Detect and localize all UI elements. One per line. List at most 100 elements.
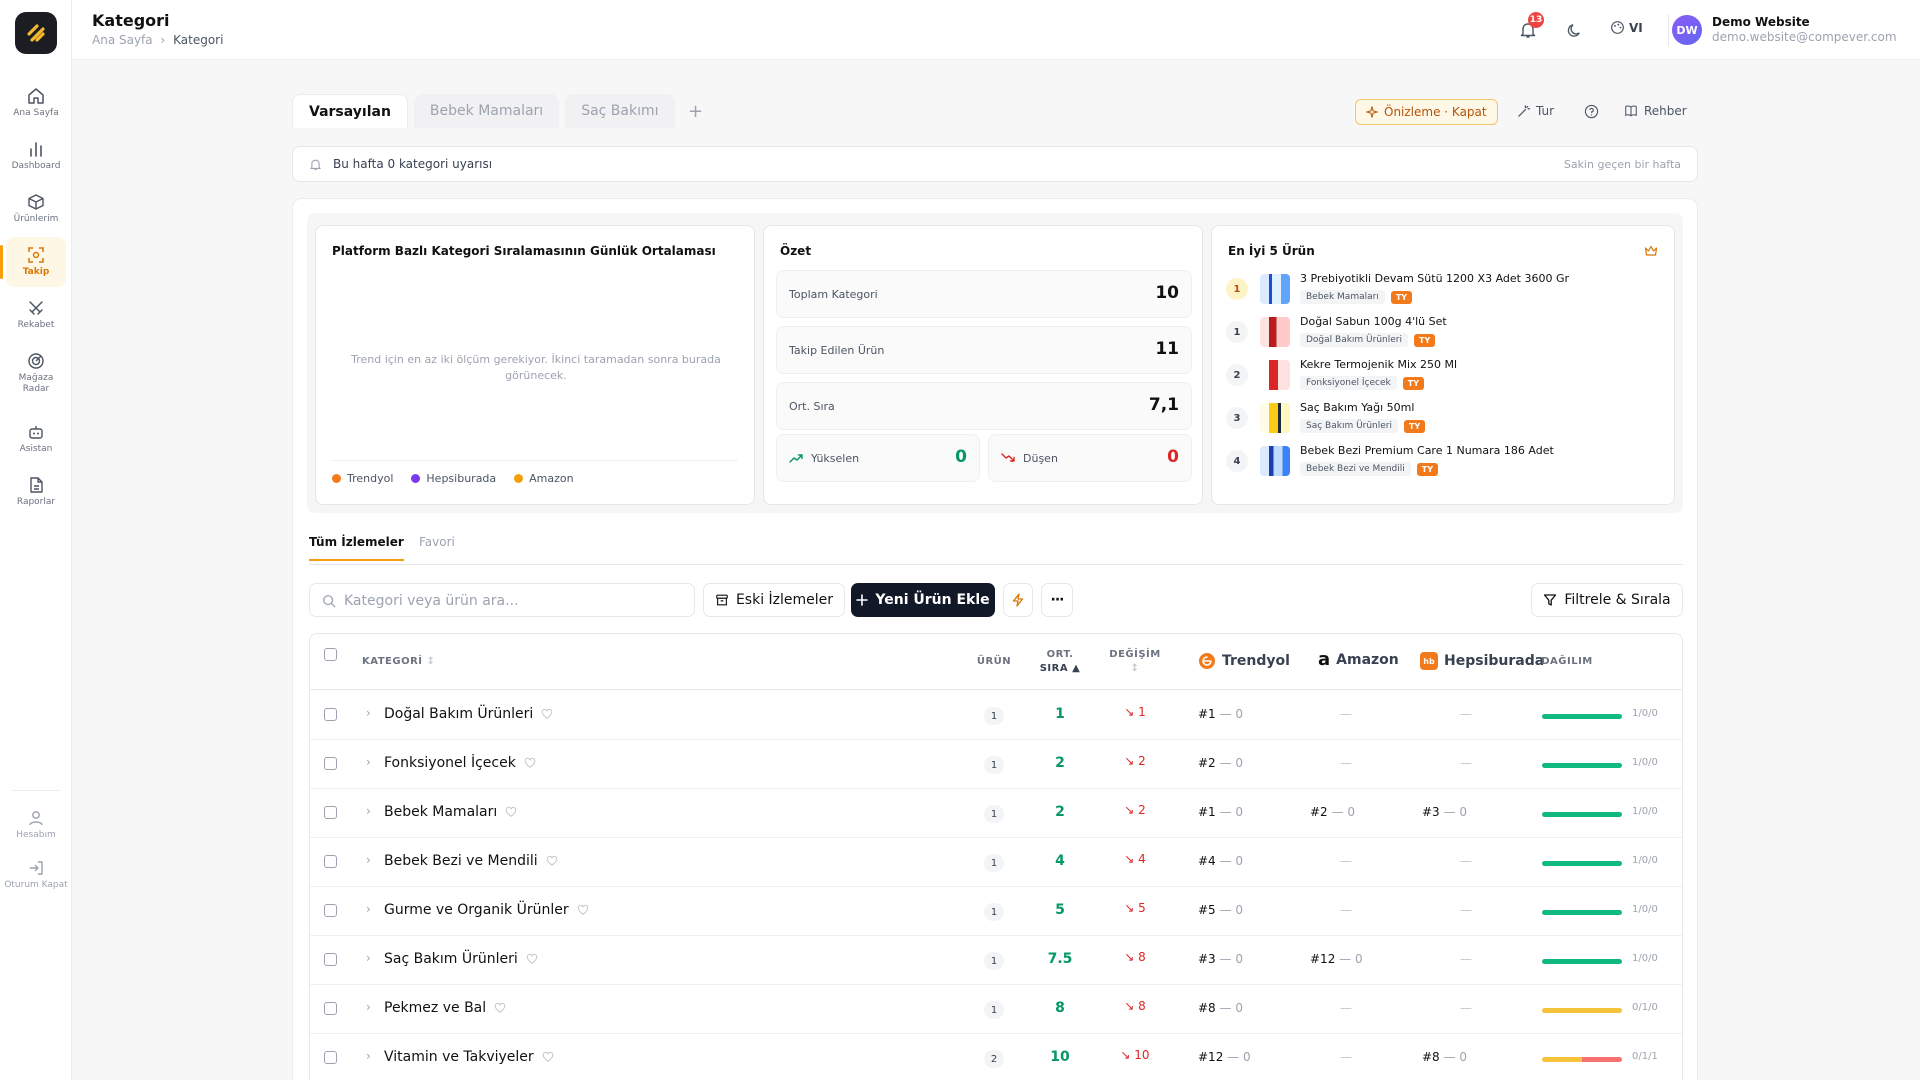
expand-chevron-icon[interactable]: › [366,1000,371,1014]
expand-chevron-icon[interactable]: › [366,951,371,965]
category-name[interactable]: Gurme ve Organik Ürünler [384,902,589,918]
add-product-button[interactable]: Yeni Ürün Ekle [851,583,995,617]
row-checkbox[interactable] [324,953,337,966]
sidebar-item-account[interactable]: Hesabım [6,800,66,850]
notifications-button[interactable]: 13 [1516,12,1544,42]
top-product-item[interactable]: 4 Bebek Bezi Premium Care 1 Numara 186 A… [1226,442,1626,482]
breadcrumb-home[interactable]: Ana Sayfa [92,33,153,47]
table-row[interactable]: › Bebek Mamaları 1 2 ↘ 2 #1 — 0 #2 — 0 #… [310,789,1682,838]
tab-all-watches[interactable]: Tüm İzlemeler [309,535,404,561]
heart-icon[interactable] [577,904,589,916]
legend-item-amazon[interactable]: Amazon [514,472,574,485]
top-product-item[interactable]: 1 3 Prebiyotikli Devam Sütü 1200 X3 Adet… [1226,270,1626,310]
guide-button[interactable]: Rehber [1624,104,1687,118]
sidebar-item-competition[interactable]: Rekabet [6,290,66,340]
app-logo[interactable] [15,12,57,54]
tab-hair-care[interactable]: Saç Bakımı [565,94,675,128]
table-row[interactable]: › Doğal Bakım Ürünleri 1 1 ↘ 1 #1 — 0 — … [310,691,1682,740]
category-name[interactable]: Bebek Bezi ve Mendili [384,853,558,869]
tour-button[interactable]: Tur [1517,104,1554,118]
heart-icon[interactable] [542,1051,554,1063]
theme-toggle-button[interactable] [1562,18,1586,42]
preview-toggle-button[interactable]: Önizleme · Kapat [1355,99,1498,125]
table-row[interactable]: › Pekmez ve Bal 1 8 ↘ 8 #8 — 0 — — 0/1/0 [310,985,1682,1034]
heart-icon[interactable] [546,855,558,867]
user-name: Demo Website [1712,15,1810,29]
distribution-bar [1542,1057,1622,1062]
column-header-distribution[interactable]: DAĞILIM [1532,656,1602,667]
top-product-item[interactable]: 2 Kekre Termojenik Mix 250 Ml Fonksiyone… [1226,356,1626,396]
tab-favorites[interactable]: Favori [419,535,455,559]
column-header-hepsiburada[interactable]: hb Hepsiburada [1420,652,1544,670]
stat-rising: Yükselen 0 [776,434,980,482]
sidebar-item-dashboard[interactable]: Dashboard [6,131,66,181]
sidebar-item-logout[interactable]: Oturum Kapat [4,850,68,900]
table-row[interactable]: › Fonksiyonel İçecek 1 2 ↘ 2 #2 — 0 — — … [310,740,1682,789]
row-checkbox[interactable] [324,1051,337,1064]
rank-delta: — 0 [1219,707,1243,721]
old-watches-button[interactable]: Eski İzlemeler [703,583,845,617]
sidebar-item-home[interactable]: Ana Sayfa [6,78,66,128]
more-options-button[interactable]: ··· [1041,583,1073,617]
column-header-amazon[interactable]: a Amazon [1318,651,1399,669]
help-button[interactable] [1584,104,1599,119]
category-name[interactable]: Vitamin ve Takviyeler [384,1049,554,1065]
top-product-item[interactable]: 1 Doğal Sabun 100g 4'lü Set Doğal Bakım … [1226,313,1626,353]
sidebar-item-store-radar[interactable]: Mağaza Radar [6,343,66,403]
add-tab-button[interactable]: + [681,94,711,128]
legend-item-hepsiburada[interactable]: Hepsiburada [411,472,496,485]
row-checkbox[interactable] [324,904,337,917]
column-header-trendyol[interactable]: Trendyol [1198,652,1290,670]
heart-icon[interactable] [524,757,536,769]
heart-icon[interactable] [494,1002,506,1014]
category-name[interactable]: Fonksiyonel İçecek [384,755,536,771]
legend-item-trendyol[interactable]: Trendyol [332,472,393,485]
heart-icon[interactable] [541,708,553,720]
row-checkbox[interactable] [324,806,337,819]
sidebar-item-assistant[interactable]: Asistan [6,414,66,464]
rank-delta: — 0 [1339,952,1363,966]
select-all-checkbox[interactable] [324,648,337,661]
expand-chevron-icon[interactable]: › [366,755,371,769]
expand-chevron-icon[interactable]: › [366,804,371,818]
column-header-label: Trendyol [1222,653,1290,669]
expand-chevron-icon[interactable]: › [366,902,371,916]
heart-icon[interactable] [505,806,517,818]
column-header-product[interactable]: ÜRÜN [974,656,1014,667]
language-selector[interactable]: VI [1610,20,1643,35]
table-row[interactable]: › Vitamin ve Takviyeler 2 10 ↘ 10 #12 — … [310,1034,1682,1080]
table-row[interactable]: › Saç Bakım Ürünleri 1 7.5 ↘ 8 #3 — 0 #1… [310,936,1682,985]
expand-chevron-icon[interactable]: › [366,853,371,867]
quick-action-button[interactable] [1003,583,1033,617]
row-checkbox[interactable] [324,1002,337,1015]
category-name[interactable]: Saç Bakım Ürünleri [384,951,538,967]
heart-icon[interactable] [526,953,538,965]
category-name[interactable]: Pekmez ve Bal [384,1000,506,1016]
filter-sort-button[interactable]: Filtrele & Sırala [1531,583,1683,617]
sidebar-item-reports[interactable]: Raporlar [6,467,66,517]
category-name[interactable]: Doğal Bakım Ürünleri [384,706,553,722]
table-row[interactable]: › Bebek Bezi ve Mendili 1 4 ↘ 4 #4 — 0 —… [310,838,1682,887]
row-checkbox[interactable] [324,757,337,770]
tab-default[interactable]: Varsayılan [292,94,408,128]
column-header-avg-rank[interactable]: ORT. SIRA ▲ [1030,648,1090,676]
row-checkbox[interactable] [324,708,337,721]
table-row[interactable]: › Gurme ve Organik Ürünler 1 5 ↘ 5 #5 — … [310,887,1682,936]
top-product-item[interactable]: 3 Saç Bakım Yağı 50ml Saç Bakım Ürünleri… [1226,399,1626,439]
stat-tracked-products: Takip Edilen Ürün 11 [776,326,1192,374]
sidebar-item-tracking[interactable]: Takip [0,237,66,287]
tab-baby-food[interactable]: Bebek Mamaları [413,94,560,128]
column-header-category[interactable]: KATEGORİ ↕ [362,656,435,667]
row-checkbox[interactable] [324,855,337,868]
expand-chevron-icon[interactable]: › [366,1049,371,1063]
legend-dot [332,474,341,483]
platform-chip: TY [1416,462,1439,476]
column-header-change[interactable]: DEĞİŞİM ↕ [1105,648,1165,676]
search-input[interactable] [344,590,684,612]
avg-rank-value: 5 [1055,902,1065,918]
avatar[interactable]: DW [1672,15,1702,45]
expand-chevron-icon[interactable]: › [366,706,371,720]
category-name[interactable]: Bebek Mamaları [384,804,517,820]
sidebar-item-products[interactable]: Ürünlerim [6,184,66,234]
crown-icon [1644,245,1658,256]
